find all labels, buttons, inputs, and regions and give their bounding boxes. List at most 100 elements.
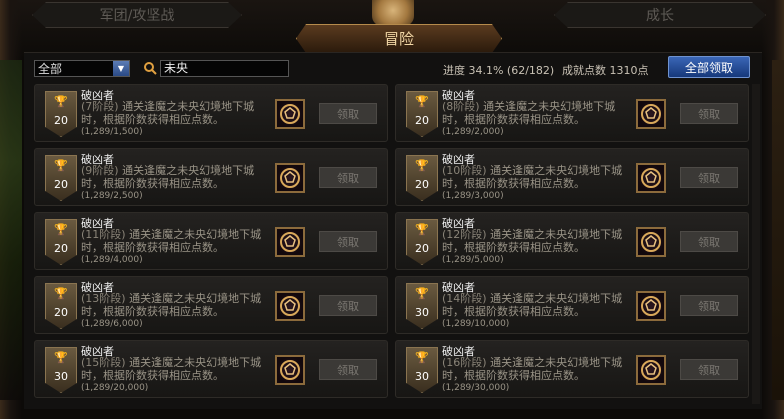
- achievement-description: (9阶段) 通关逢魔之未央幻境地下城时，根据阶数获得相应点数。: [81, 164, 271, 190]
- points-badge: 🏆 20: [45, 91, 77, 137]
- reward-emblem-icon[interactable]: [636, 291, 666, 321]
- trophy-icon: 🏆: [54, 223, 68, 236]
- decorative-border-right: [772, 60, 784, 400]
- points-badge: 🏆 30: [406, 347, 438, 393]
- points-value: 20: [415, 114, 429, 127]
- points-value: 20: [54, 306, 68, 319]
- search-icon: [144, 62, 157, 75]
- achievement-progress: (1,289/1,500): [81, 127, 143, 137]
- trophy-icon: 🏆: [415, 159, 429, 172]
- achievement-stage: (7阶段): [81, 100, 119, 113]
- points-badge: 🏆 20: [45, 155, 77, 201]
- achievement-description: (7阶段) 通关逢魔之未央幻境地下城时，根据阶数获得相应点数。: [81, 100, 271, 126]
- points-badge: 🏆 20: [45, 219, 77, 265]
- achievement-card: 🏆 20 破凶者 (11阶段) 通关逢魔之未央幻境地下城时，根据阶数获得相应点数。 (1…: [34, 212, 388, 270]
- claim-button[interactable]: 领取: [319, 231, 377, 252]
- achievement-stage: (8阶段): [442, 100, 480, 113]
- achievement-card: 🏆 20 破凶者 (9阶段) 通关逢魔之未央幻境地下城时，根据阶数获得相应点数。 (1,…: [34, 148, 388, 206]
- achievement-card: 🏆 20 破凶者 (13阶段) 通关逢魔之未央幻境地下城时，根据阶数获得相应点数。 (1…: [34, 276, 388, 334]
- trophy-icon: 🏆: [54, 95, 68, 108]
- achievement-card: 🏆 20 破凶者 (8阶段) 通关逢魔之未央幻境地下城时，根据阶数获得相应点数。 (1,…: [395, 84, 749, 142]
- tab-growth[interactable]: 成长: [554, 2, 766, 28]
- points-value: 20: [54, 114, 68, 127]
- claim-button[interactable]: 领取: [319, 167, 377, 188]
- trophy-icon: 🏆: [415, 351, 429, 364]
- achievement-stage: (11阶段): [81, 228, 126, 241]
- trophy-icon: 🏆: [54, 351, 68, 364]
- achievement-progress: (1,289/4,000): [81, 255, 143, 265]
- points-badge: 🏆 20: [406, 155, 438, 201]
- achievement-progress: (1,289/2,500): [81, 191, 143, 201]
- achievement-stage: (12阶段): [442, 228, 487, 241]
- achievement-progress: (1,289/2,000): [442, 127, 504, 137]
- reward-emblem-icon[interactable]: [636, 355, 666, 385]
- claim-button[interactable]: 领取: [319, 295, 377, 316]
- chevron-down-icon[interactable]: ▼: [113, 61, 129, 76]
- achievement-card: 🏆 30 破凶者 (16阶段) 通关逢魔之未央幻境地下城时，根据阶数获得相应点数。 (1…: [395, 340, 749, 398]
- trophy-icon: 🏆: [415, 287, 429, 300]
- trophy-icon: 🏆: [415, 95, 429, 108]
- tab-adventure[interactable]: 冒险: [296, 24, 502, 53]
- achievement-card: 🏆 30 破凶者 (15阶段) 通关逢魔之未央幻境地下城时，根据阶数获得相应点数。 (1…: [34, 340, 388, 398]
- search-input[interactable]: 未央: [160, 60, 289, 77]
- achievement-stage: (10阶段): [442, 164, 487, 177]
- reward-emblem-icon[interactable]: [636, 227, 666, 257]
- reward-emblem-icon[interactable]: [636, 163, 666, 193]
- achievement-card: 🏆 30 破凶者 (14阶段) 通关逢魔之未央幻境地下城时，根据阶数获得相应点数。 (1…: [395, 276, 749, 334]
- scroll-emblem-icon: [372, 0, 414, 26]
- points-badge: 🏆 20: [45, 283, 77, 329]
- category-select-value: 全部: [38, 62, 63, 76]
- points-value: 20: [415, 178, 429, 191]
- achievement-card: 🏆 20 破凶者 (12阶段) 通关逢魔之未央幻境地下城时，根据阶数获得相应点数。 (1…: [395, 212, 749, 270]
- achievement-progress: (1,289/3,000): [442, 191, 504, 201]
- points-value: 30: [415, 306, 429, 319]
- achievement-description: (10阶段) 通关逢魔之未央幻境地下城时，根据阶数获得相应点数。: [442, 164, 632, 190]
- achievement-description: (11阶段) 通关逢魔之未央幻境地下城时，根据阶数获得相应点数。: [81, 228, 271, 254]
- trophy-icon: 🏆: [54, 159, 68, 172]
- reward-emblem-icon[interactable]: [636, 99, 666, 129]
- achievement-stage: (14阶段): [442, 292, 487, 305]
- achievement-description: (13阶段) 通关逢魔之未央幻境地下城时，根据阶数获得相应点数。: [81, 292, 271, 318]
- claim-button[interactable]: 领取: [680, 359, 738, 380]
- achievement-description: (8阶段) 通关逢魔之未央幻境地下城时，根据阶数获得相应点数。: [442, 100, 632, 126]
- claim-button[interactable]: 领取: [319, 103, 377, 124]
- achievement-stage: (16阶段): [442, 356, 487, 369]
- achievement-progress: (1,289/30,000): [442, 383, 510, 393]
- scrollbar[interactable]: [752, 84, 760, 404]
- claim-all-button[interactable]: 全部领取: [668, 56, 750, 78]
- claim-button[interactable]: 领取: [319, 359, 377, 380]
- achievement-card: 🏆 20 破凶者 (7阶段) 通关逢魔之未央幻境地下城时，根据阶数获得相应点数。 (1,…: [34, 84, 388, 142]
- achievement-stage: (9阶段): [81, 164, 119, 177]
- points-value: 20: [415, 242, 429, 255]
- trophy-icon: 🏆: [415, 223, 429, 236]
- reward-emblem-icon[interactable]: [275, 291, 305, 321]
- points-value: 30: [54, 370, 68, 383]
- points-badge: 🏆 20: [406, 91, 438, 137]
- achievement-progress: (1,289/10,000): [442, 319, 510, 329]
- points-value: 20: [54, 242, 68, 255]
- decorative-vine-left: [0, 60, 22, 400]
- reward-emblem-icon[interactable]: [275, 163, 305, 193]
- achievement-progress: (1,289/5,000): [442, 255, 504, 265]
- points-value: 20: [54, 178, 68, 191]
- progress-text: 进度 34.1% (62/182): [443, 64, 555, 77]
- reward-emblem-icon[interactable]: [275, 99, 305, 129]
- claim-button[interactable]: 领取: [680, 167, 738, 188]
- achievement-description: (15阶段) 通关逢魔之未央幻境地下城时，根据阶数获得相应点数。: [81, 356, 271, 382]
- achievement-points-text: 成就点数 1310点: [562, 64, 649, 77]
- tab-legion[interactable]: 军团/攻坚战: [32, 2, 242, 28]
- reward-emblem-icon[interactable]: [275, 227, 305, 257]
- points-badge: 🏆 20: [406, 219, 438, 265]
- achievement-description: (16阶段) 通关逢魔之未央幻境地下城时，根据阶数获得相应点数。: [442, 356, 632, 382]
- reward-emblem-icon[interactable]: [275, 355, 305, 385]
- claim-button[interactable]: 领取: [680, 103, 738, 124]
- claim-button[interactable]: 领取: [680, 231, 738, 252]
- trophy-icon: 🏆: [54, 287, 68, 300]
- achievement-stage: (13阶段): [81, 292, 126, 305]
- category-select[interactable]: 全部 ▼: [34, 60, 130, 77]
- points-value: 30: [415, 370, 429, 383]
- achievement-progress: (1,289/20,000): [81, 383, 149, 393]
- achievement-stage: (15阶段): [81, 356, 126, 369]
- points-badge: 🏆 30: [406, 283, 438, 329]
- claim-button[interactable]: 领取: [680, 295, 738, 316]
